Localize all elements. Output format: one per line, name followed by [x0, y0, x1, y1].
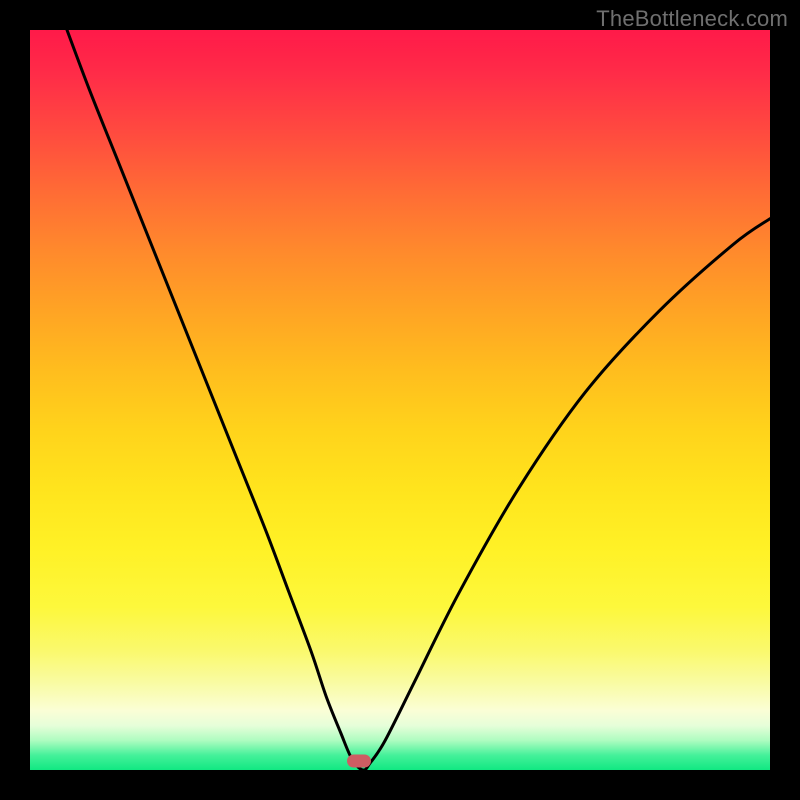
optimum-marker	[347, 755, 371, 768]
plot-area	[30, 30, 770, 770]
curve-svg	[30, 30, 770, 770]
bottleneck-curve	[67, 30, 770, 770]
chart-frame: TheBottleneck.com	[0, 0, 800, 800]
watermark-text: TheBottleneck.com	[596, 6, 788, 32]
